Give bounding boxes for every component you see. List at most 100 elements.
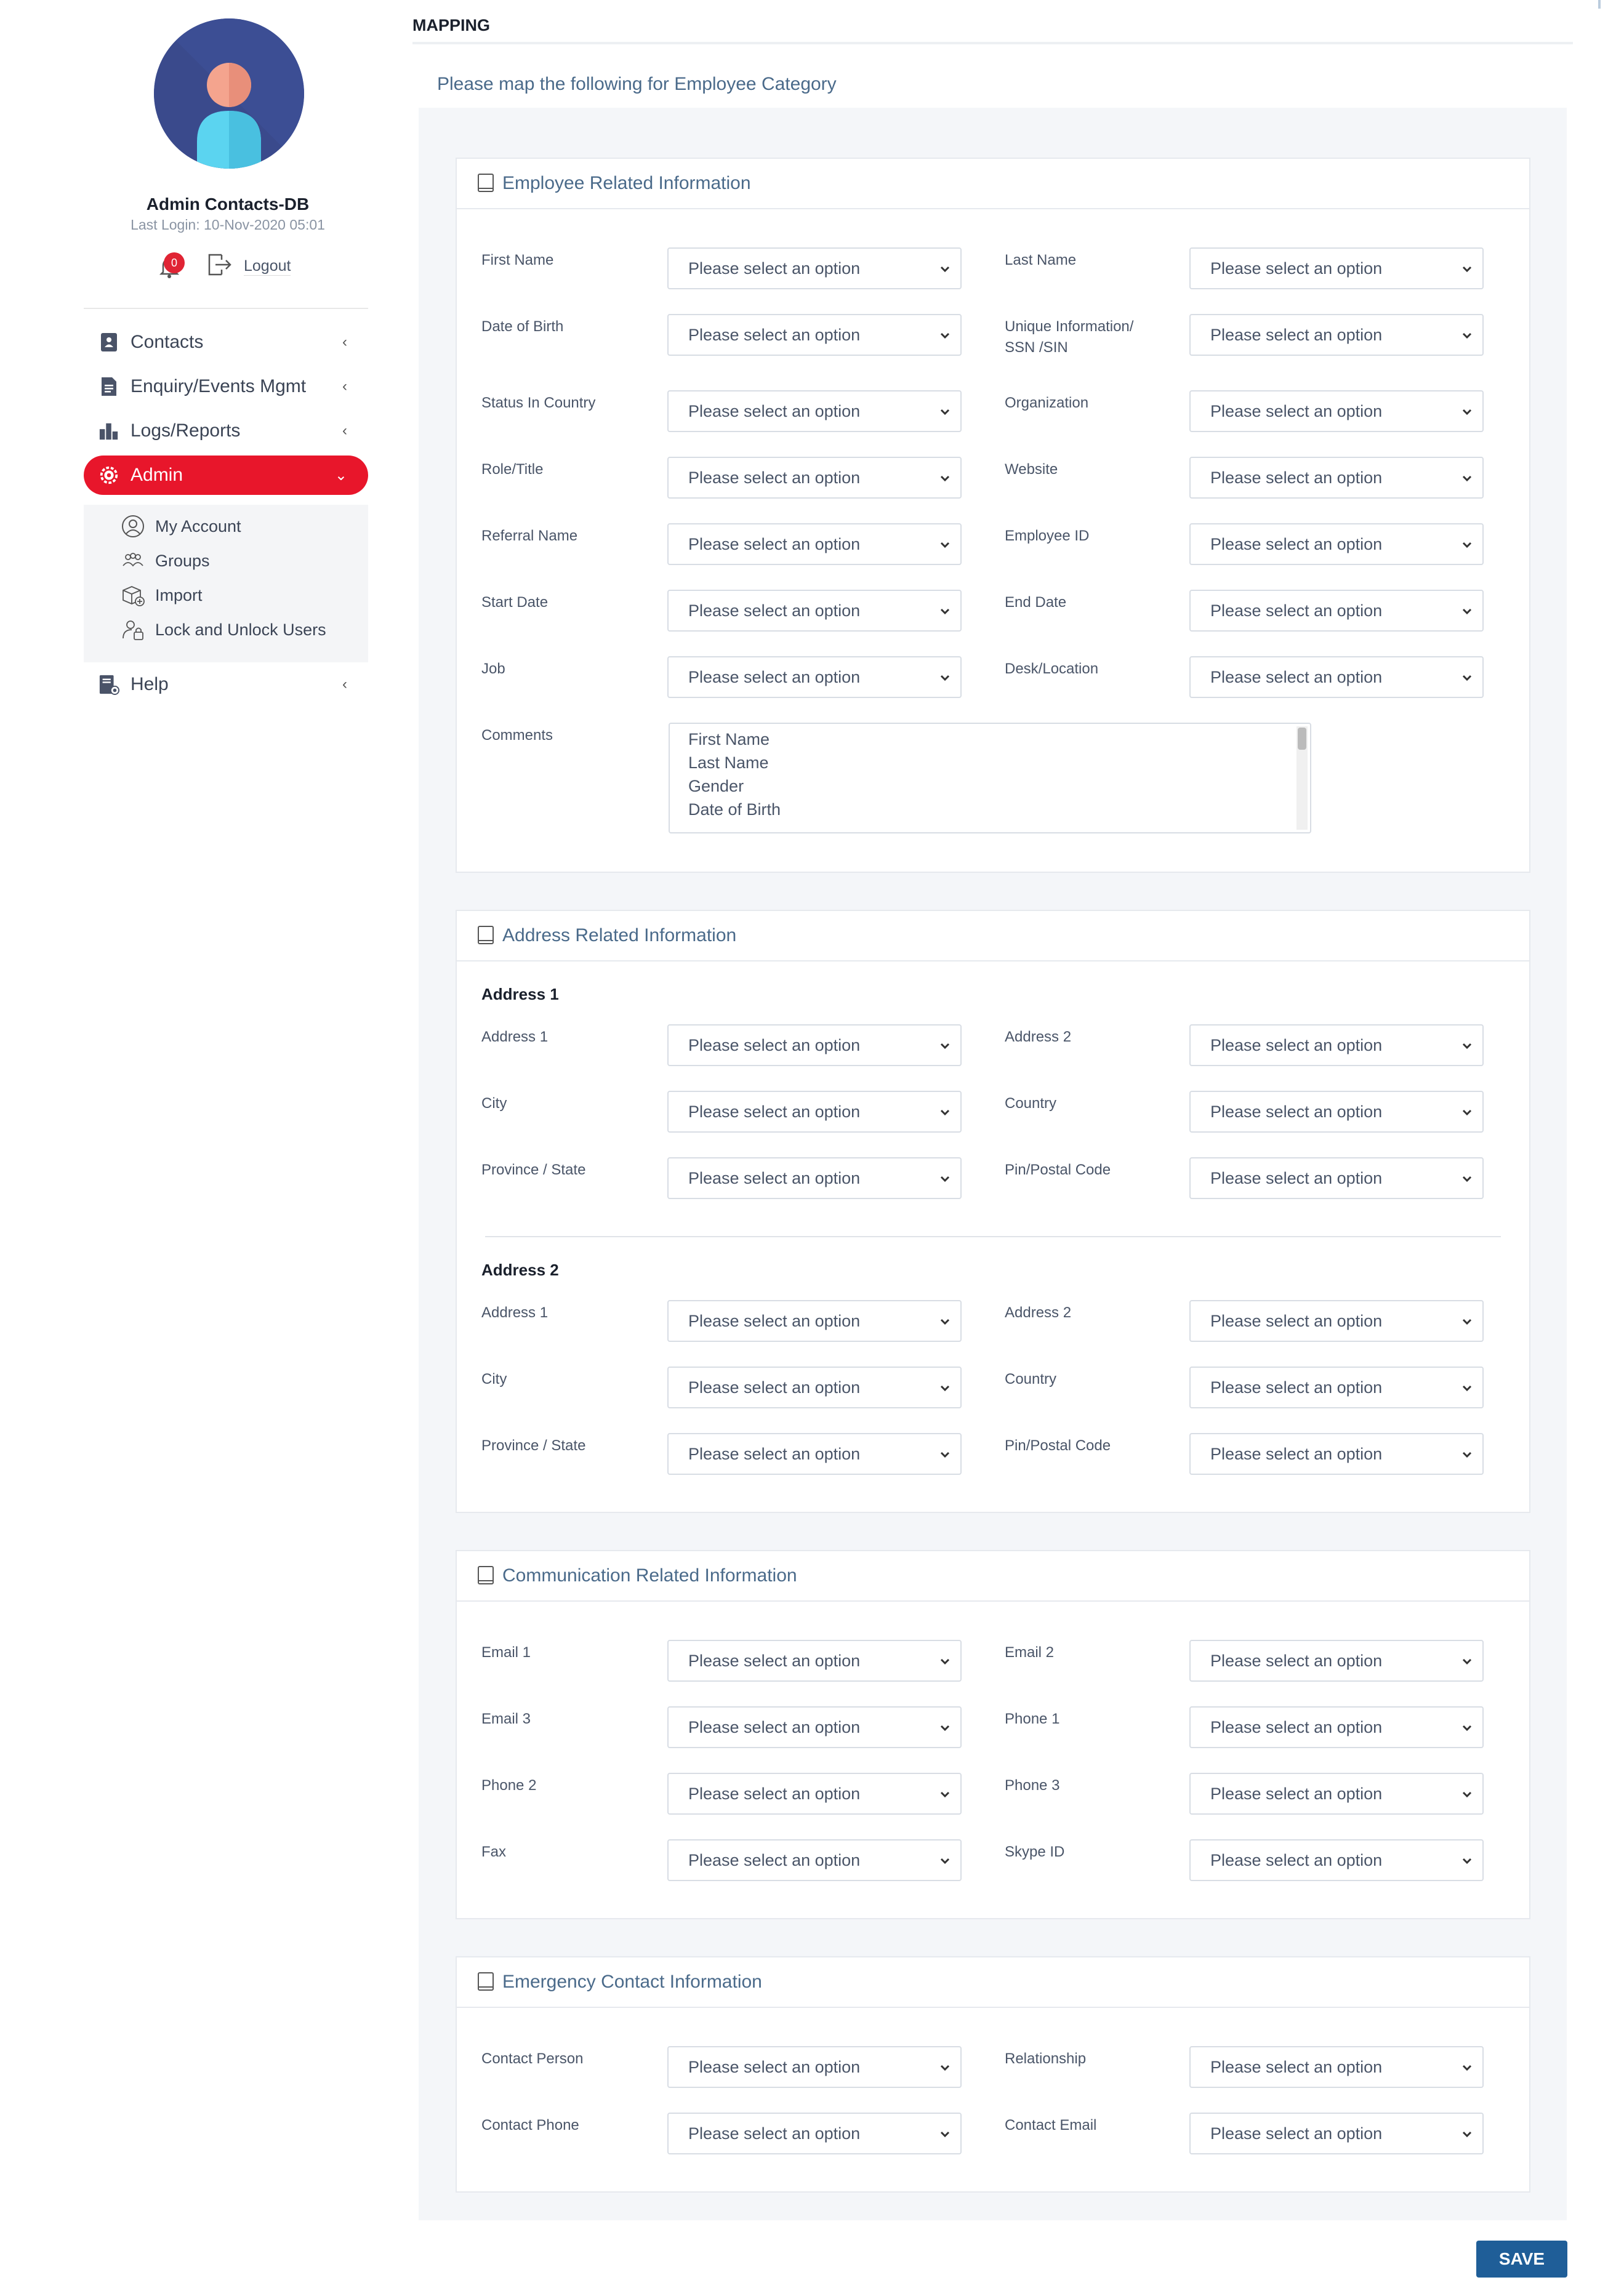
list-option[interactable]: Last Name bbox=[688, 753, 769, 773]
label-email-3: Email 3 bbox=[481, 1711, 531, 1727]
label-address-1: Address 1 bbox=[481, 1304, 549, 1321]
chevron-down-icon bbox=[936, 403, 954, 421]
chevron-down-icon bbox=[936, 469, 954, 488]
chevron-down-icon bbox=[1458, 469, 1476, 488]
select-phone-1[interactable]: Please select an option bbox=[1189, 1706, 1484, 1748]
select-a1-address-2[interactable]: Please select an option bbox=[1189, 1024, 1484, 1066]
select-referral[interactable]: Please select an option bbox=[667, 523, 962, 565]
select-email-1[interactable]: Please select an option bbox=[667, 1640, 962, 1682]
chevron-down-icon bbox=[936, 1379, 954, 1397]
select-contact-person[interactable]: Please select an option bbox=[667, 2046, 962, 2088]
select-desk[interactable]: Please select an option bbox=[1189, 656, 1484, 698]
select-email-3[interactable]: Please select an option bbox=[667, 1706, 962, 1748]
select-last-name[interactable]: Please select an option bbox=[1189, 247, 1484, 289]
label-phone-1: Phone 1 bbox=[1005, 1711, 1060, 1727]
book-icon bbox=[476, 172, 496, 195]
select-fax[interactable]: Please select an option bbox=[667, 1839, 962, 1881]
label-pin: Pin/Postal Code bbox=[1005, 1437, 1111, 1454]
label-referral: Referral Name bbox=[481, 528, 578, 544]
list-option[interactable]: Date of Birth bbox=[688, 800, 781, 819]
admin-submenu: My Account Groups Import Lock and Unlock… bbox=[84, 505, 368, 662]
nav-item-contacts[interactable]: Contacts ‹ bbox=[84, 323, 368, 362]
select-a2-pin[interactable]: Please select an option bbox=[1189, 1433, 1484, 1475]
comments-multiselect[interactable]: First Name Last Name Gender Date of Birt… bbox=[669, 723, 1311, 833]
chevron-down-icon bbox=[1458, 2058, 1476, 2077]
select-a1-province[interactable]: Please select an option bbox=[667, 1157, 962, 1199]
select-website[interactable]: Please select an option bbox=[1189, 457, 1484, 499]
label-employee-id: Employee ID bbox=[1005, 528, 1090, 544]
select-a2-province[interactable]: Please select an option bbox=[667, 1433, 962, 1475]
card-title: Employee Related Information bbox=[502, 173, 751, 193]
select-organization[interactable]: Please select an option bbox=[1189, 390, 1484, 432]
select-a1-country[interactable]: Please select an option bbox=[1189, 1091, 1484, 1133]
label-phone-2: Phone 2 bbox=[481, 1777, 537, 1794]
chevron-down-icon bbox=[1458, 1785, 1476, 1804]
nav-item-admin[interactable]: Admin ⌄ bbox=[84, 456, 368, 495]
chevron-down-icon bbox=[1458, 1445, 1476, 1464]
label-first-name: First Name bbox=[481, 252, 554, 268]
label-contact-email: Contact Email bbox=[1005, 2117, 1097, 2133]
submenu-item-my-account[interactable]: My Account bbox=[121, 511, 241, 542]
select-employee-id[interactable]: Please select an option bbox=[1189, 523, 1484, 565]
chevron-down-icon bbox=[1458, 326, 1476, 345]
card-employee-info: Employee Related Information First Name … bbox=[456, 158, 1530, 873]
select-a1-pin[interactable]: Please select an option bbox=[1189, 1157, 1484, 1199]
select-status-country[interactable]: Please select an option bbox=[667, 390, 962, 432]
label-contact-person: Contact Person bbox=[481, 2050, 584, 2067]
submenu-item-import[interactable]: Import bbox=[121, 580, 203, 611]
select-first-name[interactable]: Please select an option bbox=[667, 247, 962, 289]
list-option[interactable]: Gender bbox=[688, 777, 744, 796]
select-a2-city[interactable]: Please select an option bbox=[667, 1367, 962, 1408]
list-option[interactable]: First Name bbox=[688, 730, 770, 749]
select-role[interactable]: Please select an option bbox=[667, 457, 962, 499]
select-job[interactable]: Please select an option bbox=[667, 656, 962, 698]
avatar[interactable] bbox=[154, 18, 304, 169]
select-dob[interactable]: Please select an option bbox=[667, 314, 962, 356]
submenu-label: Groups bbox=[155, 551, 210, 570]
nav-item-help[interactable]: Help ‹ bbox=[84, 665, 368, 704]
select-unique-info[interactable]: Please select an option bbox=[1189, 314, 1484, 356]
logout-label: Logout bbox=[244, 257, 291, 276]
chevron-down-icon bbox=[1458, 602, 1476, 620]
select-a2-address-1[interactable]: Please select an option bbox=[667, 1300, 962, 1342]
select-end-date[interactable]: Please select an option bbox=[1189, 590, 1484, 632]
select-skype[interactable]: Please select an option bbox=[1189, 1839, 1484, 1881]
chevron-down-icon bbox=[936, 2125, 954, 2143]
label-last-name: Last Name bbox=[1005, 252, 1077, 268]
nav-label: Help bbox=[131, 674, 169, 694]
card-header: Emergency Contact Information bbox=[457, 1957, 1529, 2008]
logout-button[interactable]: Logout bbox=[206, 251, 292, 282]
nav-item-logs-reports[interactable]: Logs/Reports ‹ bbox=[84, 411, 368, 451]
chevron-down-icon bbox=[936, 260, 954, 278]
select-a1-address-1[interactable]: Please select an option bbox=[667, 1024, 962, 1066]
book-icon bbox=[476, 925, 496, 947]
select-email-2[interactable]: Please select an option bbox=[1189, 1640, 1484, 1682]
submenu-item-groups[interactable]: Groups bbox=[121, 545, 210, 576]
select-a2-address-2[interactable]: Please select an option bbox=[1189, 1300, 1484, 1342]
select-phone-2[interactable]: Please select an option bbox=[667, 1773, 962, 1815]
select-contact-email[interactable]: Please select an option bbox=[1189, 2113, 1484, 2154]
nav-item-enquiry[interactable]: Enquiry/Events Mgmt ‹ bbox=[84, 367, 368, 406]
chevron-down-icon bbox=[1458, 403, 1476, 421]
select-relationship[interactable]: Please select an option bbox=[1189, 2046, 1484, 2088]
page-title: MAPPING bbox=[412, 16, 491, 34]
window-edge bbox=[1598, 0, 1601, 9]
select-contact-phone[interactable]: Please select an option bbox=[667, 2113, 962, 2154]
title-divider bbox=[412, 42, 1573, 44]
chevron-down-icon: ⌄ bbox=[334, 467, 347, 484]
select-phone-3[interactable]: Please select an option bbox=[1189, 1773, 1484, 1815]
label-address-1: Address 1 bbox=[481, 1029, 549, 1045]
label-website: Website bbox=[1005, 461, 1058, 478]
select-a1-city[interactable]: Please select an option bbox=[667, 1091, 962, 1133]
submenu-item-lock-unlock[interactable]: Lock and Unlock Users bbox=[121, 614, 326, 645]
chevron-down-icon bbox=[1458, 1379, 1476, 1397]
group-icon bbox=[121, 548, 145, 573]
label-province: Province / State bbox=[481, 1162, 586, 1178]
save-button[interactable]: SAVE bbox=[1476, 2241, 1567, 2278]
book-icon bbox=[476, 1565, 496, 1587]
chevron-down-icon bbox=[936, 1652, 954, 1671]
chevron-down-icon bbox=[1458, 668, 1476, 687]
select-start-date[interactable]: Please select an option bbox=[667, 590, 962, 632]
select-a2-country[interactable]: Please select an option bbox=[1189, 1367, 1484, 1408]
scrollbar-thumb[interactable] bbox=[1298, 728, 1306, 750]
